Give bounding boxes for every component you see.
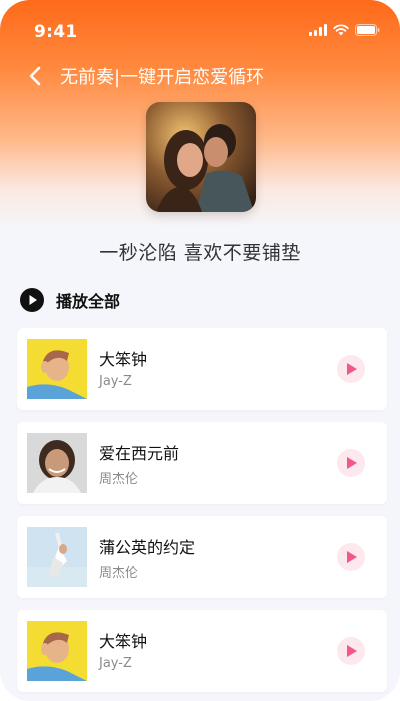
status-bar: 9:41 <box>0 0 400 60</box>
play-icon <box>347 645 357 657</box>
song-item[interactable]: 大笨钟 Jay-Z <box>17 610 387 692</box>
song-thumbnail <box>27 621 87 681</box>
playlist-cover <box>146 102 256 212</box>
song-title: 大笨钟 <box>99 632 148 651</box>
status-icons <box>309 24 380 36</box>
song-thumbnail <box>27 339 87 399</box>
status-time: 9:41 <box>34 22 78 42</box>
phone-screen: 9:41 无前奏|一键开启恋爱循环 一秒沦陷 喜欢不要铺垫 播放全部 大笨钟 J… <box>0 0 400 701</box>
playlist-subtitle: 一秒沦陷 喜欢不要铺垫 <box>99 242 301 264</box>
play-icon <box>347 457 357 469</box>
song-thumbnail <box>27 433 87 493</box>
song-title: 蒲公英的约定 <box>99 538 196 557</box>
song-item[interactable]: 爱在西元前 周杰伦 <box>17 422 387 504</box>
chevron-left-icon <box>29 66 41 86</box>
song-play-button[interactable] <box>337 637 365 665</box>
song-thumbnail <box>27 527 87 587</box>
song-play-button[interactable] <box>337 449 365 477</box>
wifi-icon <box>333 24 349 36</box>
play-circle-icon <box>20 288 44 312</box>
nav-bar: 无前奏|一键开启恋爱循环 <box>0 58 400 94</box>
play-all-button[interactable]: 播放全部 <box>20 288 120 312</box>
song-title: 爱在西元前 <box>99 444 180 463</box>
signal-icon <box>309 24 327 36</box>
song-artist: 周杰伦 <box>99 472 139 487</box>
song-artist: Jay-Z <box>99 374 132 389</box>
song-artist: 周杰伦 <box>99 566 139 581</box>
song-item[interactable]: 大笨钟 Jay-Z <box>17 328 387 410</box>
song-item[interactable]: 蒲公英的约定 周杰伦 <box>17 516 387 598</box>
song-artist: Jay-Z <box>99 656 132 671</box>
back-button[interactable] <box>22 62 50 90</box>
battery-icon <box>355 24 380 36</box>
song-title: 大笨钟 <box>99 350 148 369</box>
song-play-button[interactable] <box>337 543 365 571</box>
play-icon <box>347 363 357 375</box>
page-title: 无前奏|一键开启恋爱循环 <box>60 67 265 88</box>
play-all-label: 播放全部 <box>56 292 121 311</box>
song-play-button[interactable] <box>337 355 365 383</box>
play-icon <box>347 551 357 563</box>
